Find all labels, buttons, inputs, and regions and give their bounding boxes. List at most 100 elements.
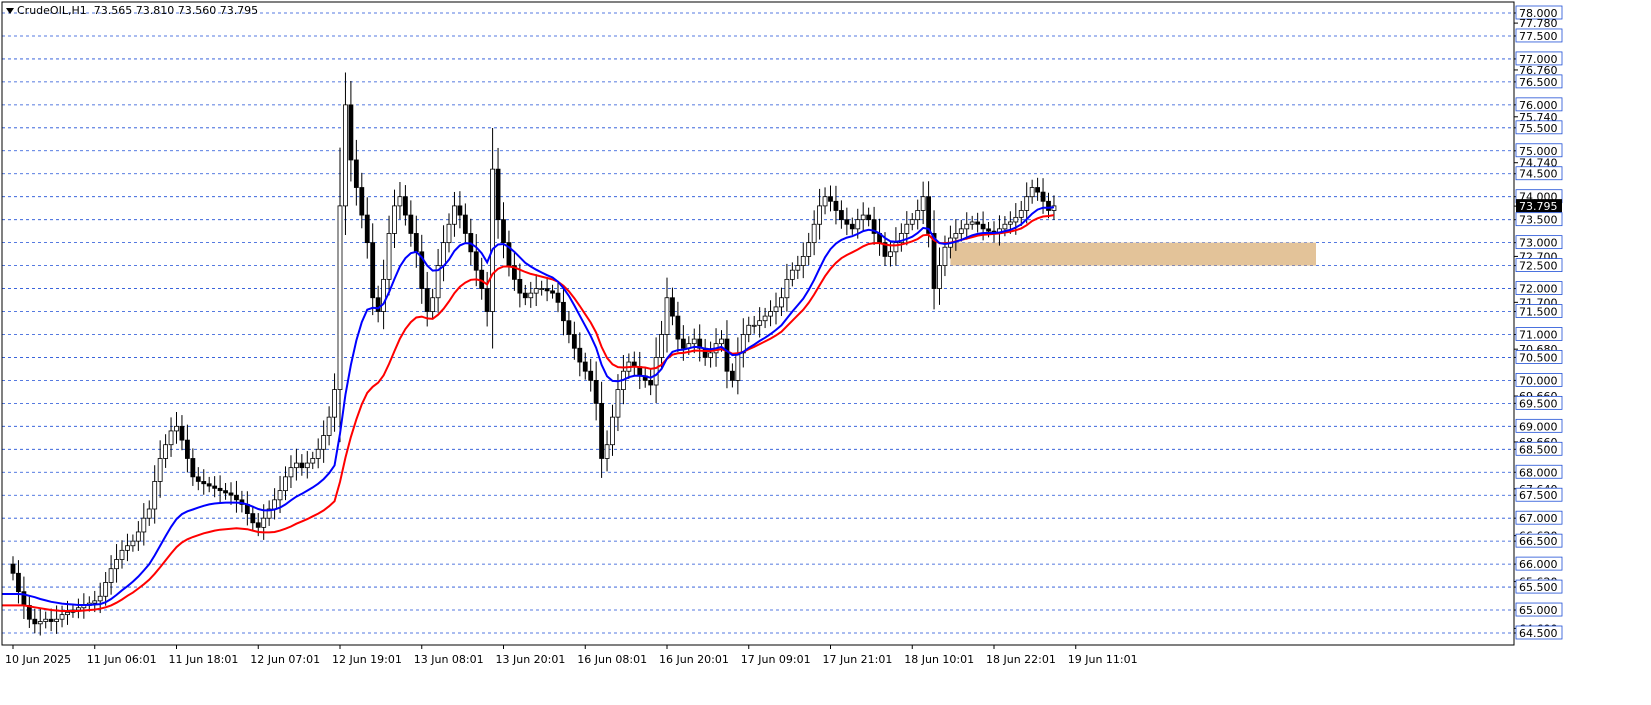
bull-candle: [795, 265, 801, 271]
bull-candle: [43, 618, 49, 622]
bear-candle: [566, 320, 572, 335]
bear-candle: [675, 315, 681, 340]
bear-candle: [975, 221, 981, 225]
time-tick-label: 18 Jun 22:01: [986, 653, 1056, 666]
bull-candle: [751, 324, 757, 327]
bear-candle: [255, 522, 261, 528]
bear-candle: [402, 196, 408, 216]
time-tick-label: 18 Jun 10:01: [904, 653, 974, 666]
bear-candle: [179, 425, 185, 441]
bear-candle: [550, 290, 555, 294]
bear-candle: [201, 481, 207, 485]
bear-candle: [495, 168, 501, 221]
bull-candle: [54, 618, 59, 622]
price-tick-label: 65.500: [1519, 581, 1558, 594]
bear-candle: [408, 214, 414, 234]
price-tick-label: 77.780: [1519, 17, 1558, 30]
bear-candle: [522, 292, 528, 299]
price-tick-label: 76.500: [1519, 76, 1558, 89]
bull-candle: [539, 288, 545, 290]
bull-candle: [163, 444, 169, 459]
bear-candle: [561, 301, 566, 322]
bull-candle: [779, 297, 784, 308]
dropdown-arrow-icon[interactable]: [6, 8, 14, 14]
bear-candle: [571, 334, 577, 349]
bull-candle: [332, 389, 337, 418]
bear-candle: [375, 297, 381, 312]
support-zone-rect: [950, 242, 1316, 266]
bull-candle: [811, 223, 817, 244]
bear-candle: [599, 402, 604, 459]
time-tick-label: 13 Jun 20:01: [496, 653, 566, 666]
bull-candle: [76, 607, 81, 611]
price-tick-label: 74.500: [1519, 168, 1558, 181]
bull-candle: [168, 430, 174, 446]
bull-candle: [653, 357, 659, 386]
bull-candle: [272, 499, 278, 510]
bull-candle: [152, 481, 158, 510]
bear-candle: [462, 214, 468, 234]
bear-candle: [184, 439, 190, 459]
ohlc-readout: 73.565 73.810 73.560 73.795: [93, 4, 259, 17]
bull-candle: [920, 196, 926, 211]
bull-candle: [97, 595, 103, 602]
bull-candle: [789, 269, 795, 280]
bull-candle: [321, 435, 327, 450]
bear-candle: [866, 214, 872, 221]
bear-candle: [484, 288, 490, 312]
bull-candle: [315, 448, 321, 459]
bull-candle: [719, 338, 724, 345]
bull-candle: [277, 490, 283, 501]
chart-header: CrudeOIL,H1 73.565 73.810 73.560 73.795: [6, 4, 258, 17]
bull-candle: [757, 320, 763, 326]
bull-candle: [288, 467, 294, 478]
bull-candle: [310, 458, 316, 464]
bull-candle: [386, 233, 392, 280]
bear-candle: [1040, 191, 1046, 202]
bull-candle: [806, 242, 812, 257]
bear-candle: [986, 228, 991, 232]
bear-candle: [648, 380, 654, 386]
bear-candle: [839, 210, 844, 221]
price-tick-label: 75.500: [1519, 122, 1558, 135]
time-tick-label: 12 Jun 19:01: [332, 653, 402, 666]
price-tick-label: 65.000: [1519, 604, 1558, 617]
bull-candle: [430, 297, 436, 312]
bull-candle: [964, 223, 970, 230]
bear-candle: [353, 159, 359, 188]
bull-candle: [146, 508, 152, 519]
price-tick-label: 72.000: [1519, 283, 1558, 296]
bear-candle: [670, 297, 675, 317]
bull-candle: [691, 338, 697, 345]
bull-candle: [773, 306, 779, 312]
symbol-timeframe: CrudeOIL,H1: [17, 4, 87, 17]
bear-candle: [849, 223, 855, 230]
bear-candle: [234, 494, 239, 501]
bull-candle: [615, 389, 621, 418]
current-price-label: 73.795: [1519, 200, 1558, 213]
bull-candle: [174, 425, 179, 432]
bull-candle: [768, 311, 773, 317]
bull-candle: [746, 324, 752, 335]
price-tick-label: 68.000: [1519, 466, 1558, 479]
price-tick-label: 67.500: [1519, 489, 1558, 502]
bull-candle: [904, 223, 910, 234]
bear-candle: [501, 219, 506, 244]
bear-candle: [588, 370, 594, 381]
time-tick-label: 11 Jun 06:01: [87, 653, 157, 666]
bull-candle: [817, 205, 822, 225]
bear-candle: [828, 196, 833, 202]
candlestick-chart[interactable]: 78.00077.78077.50077.00076.76076.50076.0…: [0, 0, 1651, 705]
price-tick-label: 73.500: [1519, 214, 1558, 227]
bull-candle: [293, 462, 299, 469]
bull-candle: [888, 251, 893, 257]
time-tick-label: 19 Jun 11:01: [1068, 653, 1138, 666]
bear-candle: [980, 223, 986, 230]
bull-candle: [958, 228, 964, 234]
bull-candle: [1018, 210, 1024, 218]
bull-candle: [441, 242, 446, 266]
bull-candle: [1029, 187, 1035, 198]
bull-candle: [860, 214, 866, 221]
bear-candle: [517, 278, 523, 294]
price-tick-label: 77.500: [1519, 30, 1558, 43]
